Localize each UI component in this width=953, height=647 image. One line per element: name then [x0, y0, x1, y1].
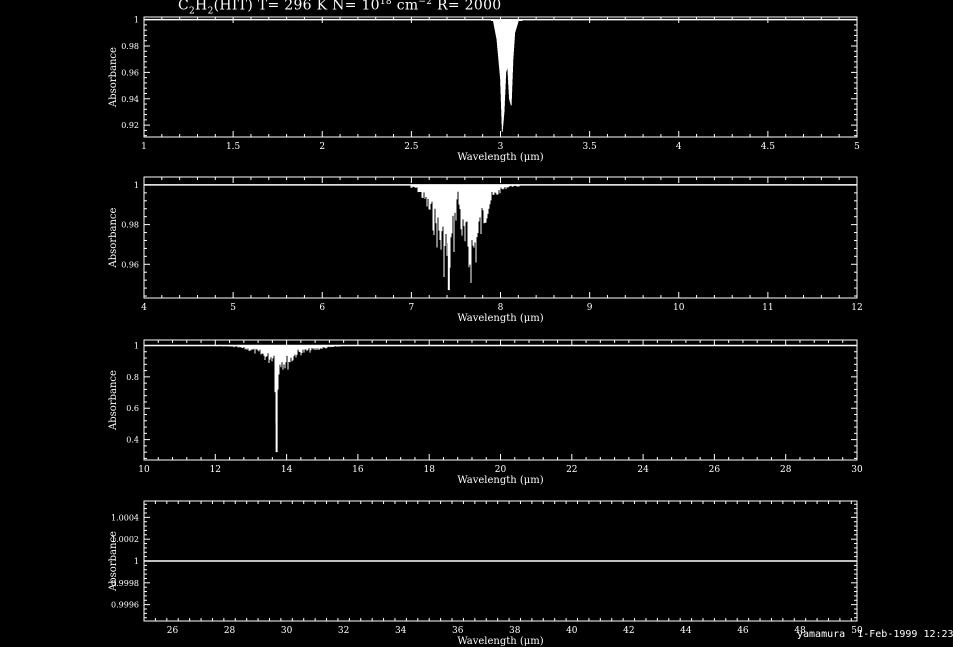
- x-tick-label: 32: [338, 626, 349, 636]
- y-tick-label: 1.0004: [111, 513, 139, 522]
- y-axis-label: Absorbance: [108, 207, 119, 268]
- y-tick-label: 0.98: [121, 42, 139, 51]
- footer-date: 1-Feb-1999 12:23: [857, 629, 953, 640]
- y-tick-label: 0.9996: [111, 601, 139, 610]
- y-axis-label: Absorbance: [108, 370, 119, 431]
- x-tick-label: 46: [737, 626, 749, 636]
- x-tick-label: 30: [851, 465, 863, 475]
- x-tick-label: 34: [395, 626, 407, 636]
- x-tick-label: 38: [509, 626, 521, 636]
- x-tick-label: 28: [780, 465, 792, 475]
- x-tick-label: 2: [319, 142, 325, 152]
- x-tick-label: 26: [709, 465, 721, 475]
- x-tick-label: 12: [210, 465, 221, 475]
- x-tick-label: 12: [851, 303, 862, 313]
- y-tick-label: 0.94: [121, 95, 139, 104]
- x-tick-label: 2.5: [404, 142, 419, 152]
- x-tick-label: 3.5: [582, 142, 597, 152]
- x-tick-label: 4: [141, 303, 147, 313]
- x-tick-label: 28: [224, 626, 236, 636]
- x-tick-label: 30: [281, 626, 293, 636]
- x-tick-label: 22: [566, 465, 577, 475]
- x-tick-label: 16: [352, 465, 364, 475]
- x-tick-label: 36: [452, 626, 464, 636]
- footer-user: yamamura: [797, 629, 846, 640]
- x-tick-label: 40: [566, 626, 578, 636]
- x-tick-label: 8: [498, 303, 504, 313]
- x-axis-label: Wavelength (μm): [457, 636, 543, 647]
- x-tick-label: 26: [167, 626, 179, 636]
- x-tick-label: 20: [495, 465, 507, 475]
- y-tick-label: 0.4: [126, 436, 139, 445]
- x-tick-label: 9: [587, 303, 593, 313]
- y-tick-label: 1: [134, 16, 139, 25]
- x-tick-label: 4: [676, 142, 682, 152]
- x-tick-label: 5: [230, 303, 236, 313]
- x-tick-label: 10: [673, 303, 685, 313]
- y-tick-label: 1: [134, 341, 139, 350]
- x-tick-label: 11: [762, 303, 773, 313]
- x-tick-label: 10: [138, 465, 150, 475]
- plot-frame: [143, 339, 858, 461]
- plot-frame: [143, 176, 858, 299]
- footer-stamp: yamamura 1-Feb-1999 12:23: [797, 629, 953, 640]
- y-tick-label: 1: [134, 557, 139, 566]
- x-tick-label: 3: [498, 142, 504, 152]
- y-tick-label: 1: [134, 181, 139, 190]
- x-tick-label: 18: [423, 465, 435, 475]
- y-tick-label: 0.96: [121, 260, 139, 269]
- x-tick-label: 1.5: [226, 142, 241, 152]
- x-axis-label: Wavelength (μm): [457, 475, 543, 486]
- x-tick-label: 14: [281, 465, 293, 475]
- y-tick-label: 0.98: [121, 221, 139, 230]
- x-tick-label: 7: [409, 303, 415, 313]
- x-tick-label: 44: [680, 626, 692, 636]
- y-tick-label: 0.8: [126, 373, 139, 382]
- x-tick-label: 6: [319, 303, 325, 313]
- y-tick-label: 0.6: [126, 404, 139, 413]
- x-tick-label: 1: [141, 142, 147, 152]
- x-tick-label: 4.5: [761, 142, 776, 152]
- x-tick-label: 24: [637, 465, 649, 475]
- spectra-figure: 1 1.5 2 2.5 3 3.5 4 4.5 5 0.92 0.94 0.96 0.98 1 Wavele…: [108, 16, 863, 647]
- x-axis-label: Wavelength (μm): [457, 152, 543, 163]
- x-axis-label: Wavelength (μm): [457, 313, 543, 324]
- y-axis-label: Absorbance: [108, 531, 119, 592]
- y-tick-label: 0.96: [121, 68, 139, 77]
- y-tick-label: 0.92: [121, 121, 139, 130]
- x-tick-label: 5: [854, 142, 860, 152]
- x-tick-label: 42: [623, 626, 634, 636]
- y-axis-label: Absorbance: [108, 47, 119, 108]
